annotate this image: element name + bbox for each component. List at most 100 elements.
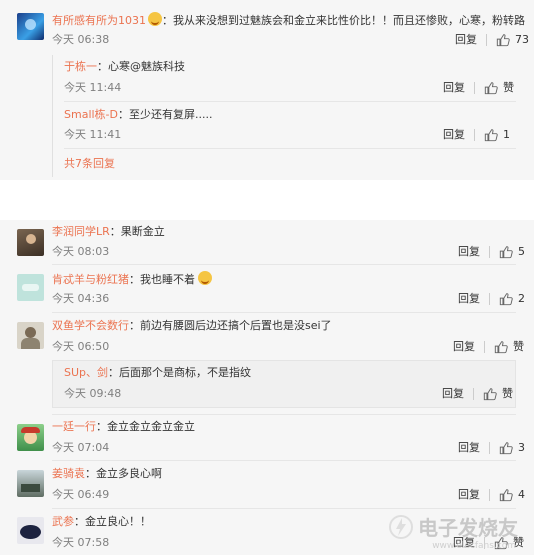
comment-text: ：前边有腰圆后边还搞个后置也是没sei了 xyxy=(129,319,332,332)
avatar[interactable] xyxy=(17,517,44,544)
comment-text: ：金立多良心啊 xyxy=(85,467,162,480)
comment-text: ：果断金立 xyxy=(109,225,165,238)
watermark-url: www.elecfans.com xyxy=(432,541,516,551)
comment-time: 今天 06:38 xyxy=(52,33,110,46)
comment-line: 有所感有所为1031 ：我从来没想到过魅族会和金立来比性价比！！而且还惨败，心寒，… xyxy=(52,12,525,29)
comment-text: ：金立良心！！ xyxy=(74,515,151,528)
like-count: 2 xyxy=(518,292,525,305)
reply-actions: 回复 赞 xyxy=(443,81,514,95)
username-link[interactable]: 于栋一 xyxy=(64,60,97,73)
reply-text: ：至少还有复屏..... xyxy=(118,108,213,121)
divider xyxy=(474,129,475,141)
username-link[interactable]: 一廷一行 xyxy=(52,420,96,433)
thumb-up-icon[interactable] xyxy=(494,340,508,354)
reply-button[interactable]: 回复 xyxy=(455,33,477,47)
comment-text: ：金立金立金立金立 xyxy=(96,420,195,433)
comment-time: 今天 07:04 xyxy=(52,441,110,454)
divider xyxy=(52,460,516,461)
reply-text: ：后面那个是商标，不是指纹 xyxy=(108,366,252,379)
thumb-up-icon[interactable] xyxy=(499,441,513,455)
reply-button[interactable]: 回复 xyxy=(458,488,480,502)
comment-time: 今天 06:49 xyxy=(52,488,110,501)
emoji-icon xyxy=(148,12,162,26)
reply-actions: 回复 1 xyxy=(443,128,510,142)
reply-button[interactable]: 回复 xyxy=(458,245,480,259)
username-link[interactable]: 肯忒羊与粉红猪 xyxy=(52,273,129,286)
avatar[interactable] xyxy=(17,274,44,301)
reply-actions: 回复 赞 xyxy=(442,387,513,401)
divider xyxy=(484,341,485,353)
avatar[interactable] xyxy=(17,424,44,451)
comment-actions: 回复 赞 xyxy=(453,340,524,354)
comment-time: 今天 04:36 xyxy=(52,292,110,305)
reply-time: 今天 09:48 xyxy=(64,387,122,400)
comment-line: 武参：金立良心！！ xyxy=(52,514,151,530)
divider xyxy=(52,508,516,509)
username-link[interactable]: 李润同学LR xyxy=(52,225,110,238)
like-count: 赞 xyxy=(503,81,514,94)
comment-actions: 回复 73 xyxy=(455,33,529,47)
watermark-brand: 电子发烧友 xyxy=(418,516,518,540)
reply-button[interactable]: 回复 xyxy=(458,292,480,306)
lightning-icon xyxy=(389,514,413,539)
reply-button[interactable]: 回复 xyxy=(443,128,465,142)
reply-time: 今天 11:41 xyxy=(64,128,122,141)
divider xyxy=(489,442,490,454)
reply-text: ：心寒@魅族科技 xyxy=(97,60,185,73)
reply-line: SUp、剑：后面那个是商标，不是指纹 xyxy=(64,365,251,381)
divider xyxy=(489,489,490,501)
section-gap xyxy=(0,180,534,220)
divider xyxy=(64,101,516,102)
divider xyxy=(489,293,490,305)
comment-line: 李润同学LR：果断金立 xyxy=(52,224,165,240)
reply-button[interactable]: 回复 xyxy=(458,441,480,455)
avatar[interactable] xyxy=(17,470,44,497)
like-count: 73 xyxy=(515,33,529,46)
username-link[interactable]: 姜骑袁 xyxy=(52,467,85,480)
divider xyxy=(486,34,487,46)
avatar[interactable] xyxy=(17,229,44,256)
thumb-up-icon[interactable] xyxy=(496,33,510,47)
watermark-logo: 电子发烧友 xyxy=(388,512,518,541)
avatar[interactable] xyxy=(17,322,44,349)
comment-line: 一廷一行：金立金立金立金立 xyxy=(52,419,195,435)
thumb-up-icon[interactable] xyxy=(499,245,513,259)
crying-emoji-icon xyxy=(198,271,212,285)
reply-button[interactable]: 回复 xyxy=(453,340,475,354)
username-link[interactable]: Small栋-D xyxy=(64,108,118,121)
username-link[interactable]: 双鱼学不会数行 xyxy=(52,319,129,332)
thumb-up-icon[interactable] xyxy=(483,387,497,401)
comment-text: ：我也睡不着 xyxy=(129,273,195,286)
comment-actions: 回复 3 xyxy=(458,441,525,455)
thumb-up-icon[interactable] xyxy=(484,81,498,95)
like-count: 5 xyxy=(518,245,525,258)
divider xyxy=(489,246,490,258)
divider xyxy=(52,264,516,265)
more-replies-link[interactable]: 共7条回复 xyxy=(64,156,115,172)
comment-actions: 回复 5 xyxy=(458,245,525,259)
top-comment-panel: 有所感有所为1031 ：我从来没想到过魅族会和金立来比性价比！！而且还惨败，心寒，… xyxy=(0,0,534,180)
comment-list: 李润同学LR：果断金立 今天 08:03 回复 5 肯忒羊与粉红猪：我也睡不着 … xyxy=(0,220,534,555)
thumb-up-icon[interactable] xyxy=(499,292,513,306)
reply-button[interactable]: 回复 xyxy=(442,387,464,401)
reply-time: 今天 11:44 xyxy=(64,81,122,94)
like-count: 3 xyxy=(518,441,525,454)
reply-button[interactable]: 回复 xyxy=(443,81,465,95)
username-link[interactable]: 武参 xyxy=(52,515,74,528)
username-link[interactable]: 有所感有所为1031 xyxy=(52,14,146,27)
comment-line: 姜骑袁：金立多良心啊 xyxy=(52,466,162,482)
comment-actions: 回复 2 xyxy=(458,292,525,306)
comment-line: 双鱼学不会数行：前边有腰圆后边还搞个后置也是没sei了 xyxy=(52,318,332,334)
thumb-up-icon[interactable] xyxy=(484,128,498,142)
comment-time: 今天 08:03 xyxy=(52,245,110,258)
avatar[interactable] xyxy=(17,13,44,40)
username-link[interactable]: SUp、剑 xyxy=(64,366,108,379)
comment-time: 今天 07:58 xyxy=(52,536,110,549)
reply-box: SUp、剑：后面那个是商标，不是指纹 今天 09:48 回复 赞 xyxy=(52,360,516,408)
thumb-up-icon[interactable] xyxy=(499,488,513,502)
comment-text: ：我从来没想到过魅族会和金立来比性价比！！而且还惨败，心寒，粉转路 xyxy=(162,14,525,27)
comment-actions: 回复 4 xyxy=(458,488,525,502)
comment-line: 肯忒羊与粉红猪：我也睡不着 xyxy=(52,271,212,288)
like-count: 赞 xyxy=(502,387,513,400)
like-count: 4 xyxy=(518,488,525,501)
